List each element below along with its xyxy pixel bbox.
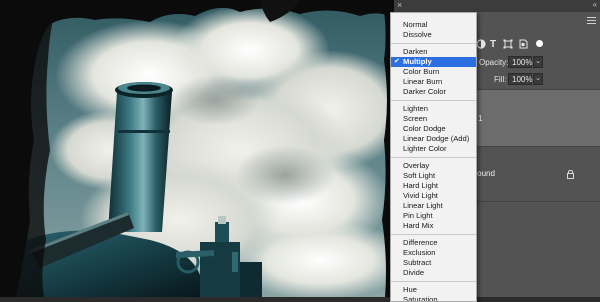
lock-icon[interactable] xyxy=(567,170,574,179)
blend-mode-subtract[interactable]: Subtract xyxy=(391,258,476,268)
blend-mode-lighten[interactable]: Lighten xyxy=(391,104,476,114)
menu-separator xyxy=(391,234,476,235)
opacity-label: Opacity: xyxy=(479,58,509,67)
panel-menu-icon[interactable] xyxy=(587,17,596,24)
blend-mode-exclusion[interactable]: Exclusion xyxy=(391,248,476,258)
blend-mode-linear-burn[interactable]: Linear Burn xyxy=(391,77,476,87)
blend-mode-color-dodge[interactable]: Color Dodge xyxy=(391,124,476,134)
blend-mode-hard-mix[interactable]: Hard Mix xyxy=(391,221,476,231)
blend-mode-vivid-light[interactable]: Vivid Light xyxy=(391,191,476,201)
panel-title-bar: × ‹‹ xyxy=(394,0,600,12)
fill-label: Fill: xyxy=(494,75,507,84)
opacity-dropdown-arrow[interactable]: ⌄ xyxy=(533,56,543,68)
blend-mode-hue[interactable]: Hue xyxy=(391,285,476,295)
blend-mode-color-burn[interactable]: Color Burn xyxy=(391,67,476,77)
canvas-photo xyxy=(0,0,394,297)
close-panel-button[interactable]: × xyxy=(397,0,402,10)
filter-toggle[interactable] xyxy=(536,40,543,47)
blend-mode-pin-light[interactable]: Pin Light xyxy=(391,211,476,221)
blend-mode-darken[interactable]: Darken xyxy=(391,47,476,57)
blend-mode-linear-light[interactable]: Linear Light xyxy=(391,201,476,211)
checkmark-icon: ✔ xyxy=(394,58,400,65)
blend-mode-hard-light[interactable]: Hard Light xyxy=(391,181,476,191)
blend-mode-divide[interactable]: Divide xyxy=(391,268,476,278)
blend-mode-overlay[interactable]: Overlay xyxy=(391,161,476,171)
blend-mode-darker-color[interactable]: Darker Color xyxy=(391,87,476,97)
menu-separator xyxy=(391,281,476,282)
adjustment-filter-icon[interactable] xyxy=(476,39,486,53)
blend-mode-multiply[interactable]: Multiply ✔ xyxy=(391,57,476,67)
document-canvas[interactable] xyxy=(0,0,394,297)
blend-mode-dissolve[interactable]: Dissolve xyxy=(391,30,476,40)
shape-filter-icon[interactable] xyxy=(503,39,513,53)
layer-name[interactable]: 1 xyxy=(478,114,482,123)
blend-mode-normal[interactable]: Normal xyxy=(391,20,476,30)
blend-mode-linear-dodge-add[interactable]: Linear Dodge (Add) xyxy=(391,134,476,144)
smart-object-filter-icon[interactable] xyxy=(518,39,528,53)
fill-field[interactable]: 100% xyxy=(508,73,532,85)
collapse-panel-button[interactable]: ‹‹ xyxy=(593,0,597,9)
blend-mode-saturation[interactable]: Saturation xyxy=(391,295,476,301)
opacity-field[interactable]: 100% xyxy=(508,56,532,68)
blend-mode-difference[interactable]: Difference xyxy=(391,238,476,248)
menu-separator xyxy=(391,100,476,101)
blend-mode-screen[interactable]: Screen xyxy=(391,114,476,124)
blend-mode-menu[interactable]: Normal Dissolve Darken Multiply ✔ Color Burn L… xyxy=(390,12,477,302)
type-filter-icon[interactable]: T xyxy=(490,39,496,51)
blend-mode-soft-light[interactable]: Soft Light xyxy=(391,171,476,181)
menu-separator xyxy=(391,43,476,44)
menu-separator xyxy=(391,157,476,158)
blend-mode-lighter-color[interactable]: Lighter Color xyxy=(391,144,476,154)
fill-dropdown-arrow[interactable]: ⌄ xyxy=(533,73,543,85)
